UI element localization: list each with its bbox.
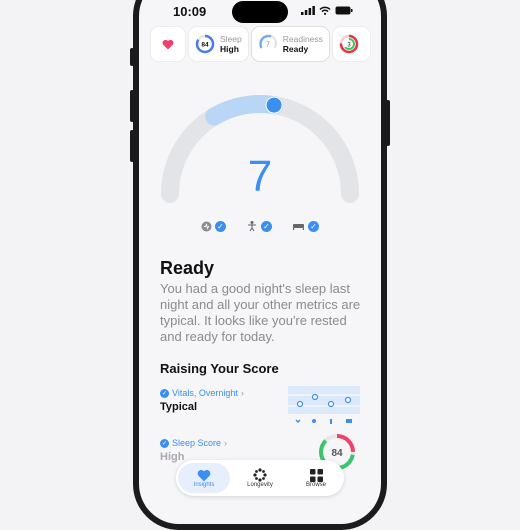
chip-heart[interactable] [151, 27, 185, 61]
activity-ring-value: 3 [347, 42, 351, 48]
readiness-state-title: Ready [160, 258, 215, 278]
readiness-description: You had a good night's sleep last night … [160, 281, 361, 344]
section-title: Raising Your Score [160, 361, 279, 376]
volume-down-button [130, 130, 134, 162]
chevron-right-icon: › [240, 388, 244, 398]
status-icons [301, 6, 353, 15]
body-contributor[interactable]: ✓ [246, 220, 272, 232]
chip-readiness-value: Ready [282, 44, 309, 54]
heart-icon [162, 39, 174, 49]
tab-longevity-label: Longevity [247, 482, 273, 488]
power-button [386, 100, 390, 146]
battery-icon [335, 6, 353, 15]
contributors-row: ✓ ✓ ✓ [139, 220, 381, 232]
tab-browse-label: Browse [305, 481, 326, 488]
activity-ring-icon: 3 [339, 34, 359, 54]
status-bar: 10:09 [139, 2, 381, 22]
check-icon: ✓ [308, 220, 319, 232]
volume-up-button [130, 90, 134, 122]
chip-sleep-value: High [220, 44, 239, 54]
readiness-score: 7 [247, 152, 273, 201]
grid-icon [309, 468, 323, 482]
status-time: 10:09 [173, 4, 207, 19]
gauge-indicator [265, 96, 283, 114]
vitals-contributor[interactable]: ✓ [201, 220, 226, 232]
heart-icon [197, 469, 211, 481]
tab-browse[interactable]: Browse [290, 463, 342, 493]
vitals-mini-chart [288, 386, 360, 424]
wifi-icon [319, 6, 331, 15]
chip-sleep[interactable]: 84 Sleep High [189, 27, 248, 61]
readiness-ring-value: 7 [266, 42, 270, 49]
check-icon: ✓ [160, 388, 169, 398]
metric-vitals-label: Vitals, Overnight [172, 388, 238, 398]
chip-activity[interactable]: 3 [332, 27, 370, 61]
bed-icon [293, 224, 304, 230]
metric-sleep-header: ✓ Sleep Score › [160, 438, 227, 448]
sleep-score-ring-value: 84 [331, 448, 343, 459]
tab-longevity[interactable]: Longevity [234, 463, 286, 493]
sleep-ring-icon: 84 [195, 34, 215, 54]
chip-sleep-label: Sleep [220, 34, 242, 44]
vitals-icon [201, 221, 212, 231]
signal-icon [301, 6, 315, 15]
body-icon [248, 221, 256, 232]
metric-vitals[interactable]: ✓ Vitals, Overnight › Typical [160, 388, 244, 413]
app-screen: 10:09 84 Sleep High 7 Readiness Ready 3 … [139, 0, 381, 524]
check-icon: ✓ [261, 220, 272, 232]
tab-bar: Insights Longevity Browse [176, 460, 344, 496]
metric-sleep-label: Sleep Score [172, 438, 222, 448]
summary-chips: 84 Sleep High 7 Readiness Ready 3 [151, 27, 370, 61]
sleep-contributor[interactable]: ✓ [292, 220, 319, 232]
gauge-range [205, 95, 284, 126]
tab-insights-label: Insights [193, 481, 215, 488]
check-icon: ✓ [215, 220, 226, 232]
tab-insights[interactable]: Insights [178, 463, 230, 493]
metric-vitals-value: Typical [160, 401, 198, 413]
action-button [130, 48, 134, 66]
chip-readiness-label: Readiness [282, 34, 323, 44]
readiness-ring-icon: 7 [258, 34, 277, 49]
chevron-right-icon: › [224, 438, 228, 448]
check-icon: ✓ [160, 438, 169, 448]
metric-vitals-header: ✓ Vitals, Overnight › [160, 388, 244, 398]
sleep-ring-value: 84 [201, 42, 209, 49]
longevity-icon [253, 468, 267, 482]
chip-readiness[interactable]: 7 Readiness Ready [251, 27, 329, 61]
